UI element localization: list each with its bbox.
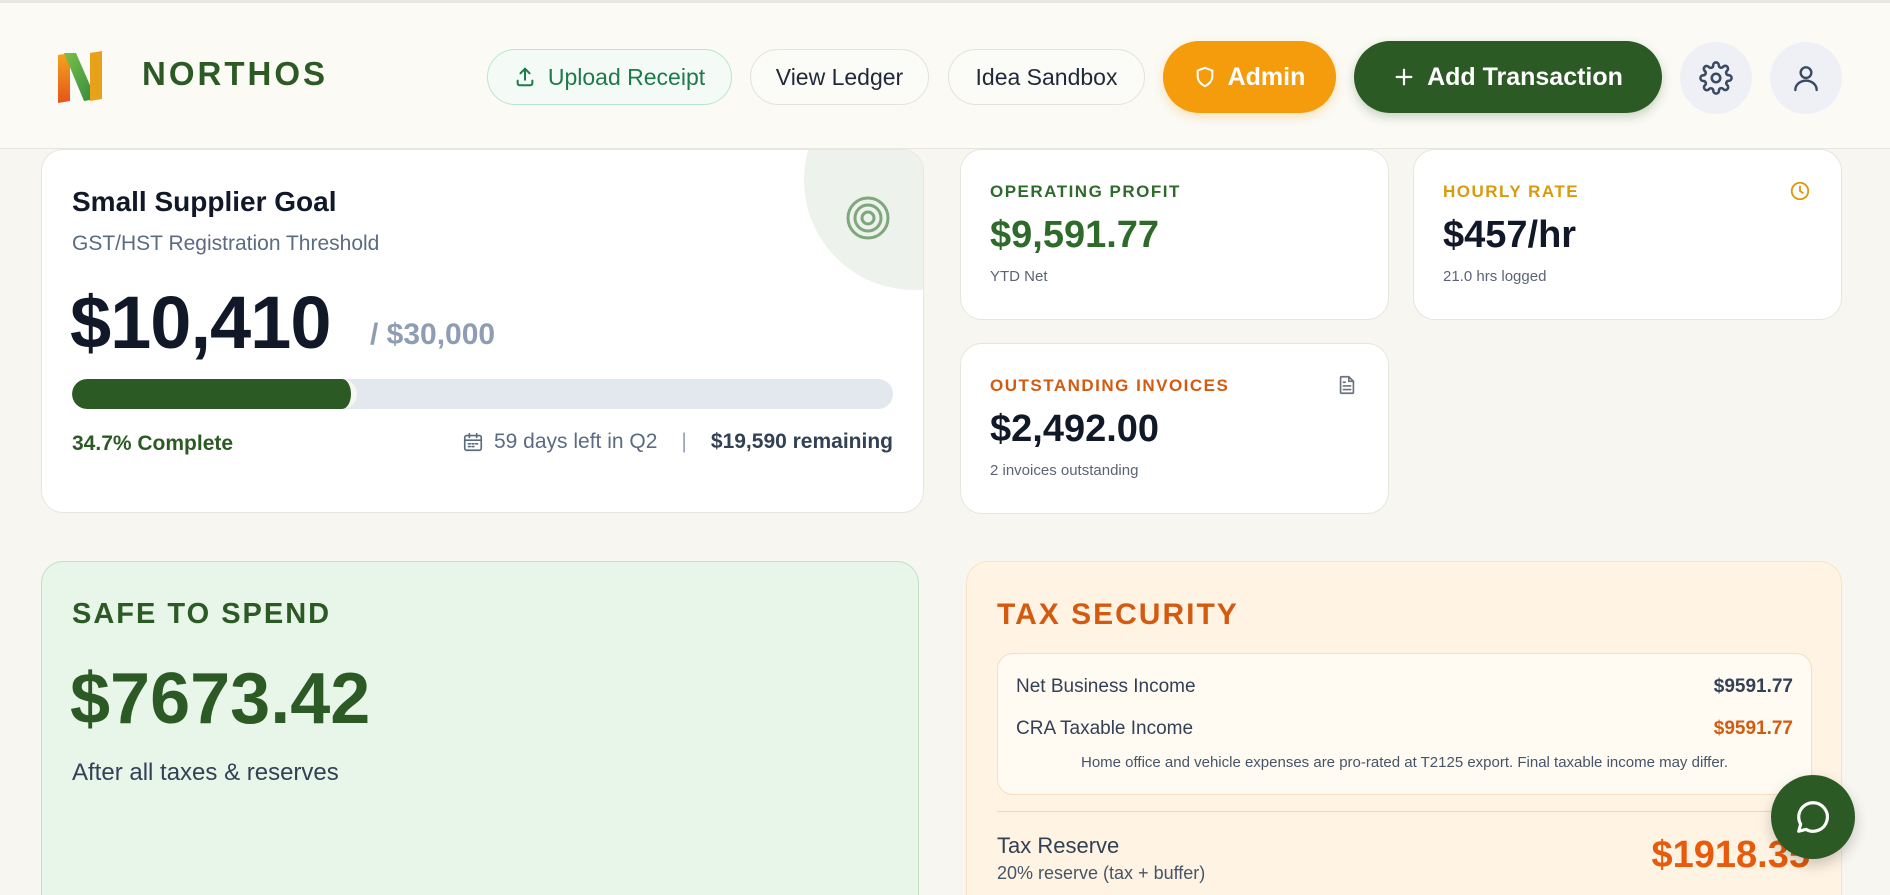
user-icon xyxy=(1794,66,1818,92)
tax-divider xyxy=(997,811,1812,812)
safe-to-spend-label: SAFE TO SPEND xyxy=(72,598,332,630)
goal-title: Small Supplier Goal xyxy=(72,186,337,217)
hourly-rate-label: HOURLY RATE xyxy=(1443,182,1580,201)
view-ledger-label: View Ledger xyxy=(775,63,904,90)
upload-receipt-button[interactable]: Upload Receipt xyxy=(487,49,732,105)
goal-meta-separator: | xyxy=(681,430,687,453)
outstanding-invoices-card[interactable]: OUTSTANDING INVOICES $2,492.00 2 invoice… xyxy=(960,343,1389,514)
tax-security-label: TAX SECURITY xyxy=(997,598,1239,631)
net-business-income-label: Net Business Income xyxy=(1016,676,1196,697)
clock-icon xyxy=(1790,181,1810,201)
profile-button[interactable] xyxy=(1770,42,1842,114)
cra-taxable-income-label: CRA Taxable Income xyxy=(1016,718,1194,739)
operating-profit-note: YTD Net xyxy=(990,268,1048,285)
settings-button[interactable] xyxy=(1680,42,1752,114)
add-transaction-label: Add Transaction xyxy=(1427,62,1623,91)
upload-icon xyxy=(516,67,534,87)
add-transaction-button[interactable]: Add Transaction xyxy=(1354,41,1662,113)
chat-icon xyxy=(1797,801,1829,833)
gear-icon xyxy=(1699,61,1733,95)
goal-target-amount: / $30,000 xyxy=(370,318,496,351)
hourly-rate-card: HOURLY RATE $457/hr 21.0 hrs logged xyxy=(1413,149,1842,320)
view-ledger-button[interactable]: View Ledger xyxy=(750,49,929,105)
goal-subtitle: GST/HST Registration Threshold xyxy=(72,232,380,255)
safe-to-spend-card: SAFE TO SPEND $7673.42 After all taxes &… xyxy=(41,561,919,895)
shield-icon xyxy=(1196,66,1213,88)
small-supplier-goal-card: Small Supplier Goal GST/HST Registration… xyxy=(41,149,924,513)
cra-taxable-income-value: $9591.77 xyxy=(1713,718,1793,739)
goal-days-left: 59 days left in Q2 xyxy=(493,430,658,453)
tax-income-breakdown: Net Business Income $9591.77 CRA Taxable… xyxy=(997,653,1812,795)
operating-profit-label: OPERATING PROFIT xyxy=(990,182,1181,201)
tax-reserve-label: Tax Reserve xyxy=(997,833,1120,858)
safe-to-spend-amount: $7673.42 xyxy=(70,659,371,739)
idea-sandbox-label: Idea Sandbox xyxy=(975,63,1118,90)
tax-disclaimer: Home office and vehicle expenses are pro… xyxy=(1080,754,1729,771)
tax-reserve-subtitle: 20% reserve (tax + buffer) xyxy=(997,863,1206,883)
goal-meta: 59 days left in Q2 | $19,590 remaining xyxy=(462,430,893,454)
goal-remaining: $19,590 remaining xyxy=(710,430,893,453)
safe-to-spend-subtitle: After all taxes & reserves xyxy=(72,759,339,786)
admin-label: Admin xyxy=(1227,62,1306,91)
goal-progress-fill xyxy=(72,379,357,409)
cra-taxable-income-row: CRA Taxable Income $9591.77 xyxy=(1016,718,1793,740)
operating-profit-value: $9,591.77 xyxy=(990,214,1160,256)
net-business-income-row: Net Business Income $9591.77 xyxy=(1016,676,1793,698)
net-business-income-value: $9591.77 xyxy=(1713,676,1793,697)
hourly-rate-note: 21.0 hrs logged xyxy=(1443,268,1547,285)
outstanding-invoices-value: $2,492.00 xyxy=(990,408,1160,450)
outstanding-invoices-note: 2 invoices outstanding xyxy=(990,462,1139,479)
operating-profit-card: OPERATING PROFIT $9,591.77 YTD Net xyxy=(960,149,1389,320)
calendar-icon xyxy=(463,432,483,452)
brand-name: NORTHOS xyxy=(142,55,328,92)
plus-icon xyxy=(1395,68,1413,86)
app-header: NORTHOS Upload Receipt View Ledger Idea … xyxy=(0,3,1890,149)
goal-percent-complete: 34.7% Complete xyxy=(72,432,234,455)
admin-button[interactable]: Admin xyxy=(1163,41,1336,113)
target-icon xyxy=(846,196,890,240)
document-icon xyxy=(1339,375,1355,395)
idea-sandbox-button[interactable]: Idea Sandbox xyxy=(948,49,1145,105)
chat-button[interactable] xyxy=(1771,775,1855,859)
upload-receipt-label: Upload Receipt xyxy=(547,63,706,90)
hourly-rate-value: $457/hr xyxy=(1443,214,1577,256)
outstanding-invoices-label: OUTSTANDING INVOICES xyxy=(990,376,1230,395)
tax-security-card: TAX SECURITY Net Business Income $9591.7… xyxy=(966,561,1842,895)
northos-logo[interactable] xyxy=(56,49,104,105)
goal-current-amount: $10,410 xyxy=(70,281,331,364)
goal-progress-bar xyxy=(72,379,893,409)
